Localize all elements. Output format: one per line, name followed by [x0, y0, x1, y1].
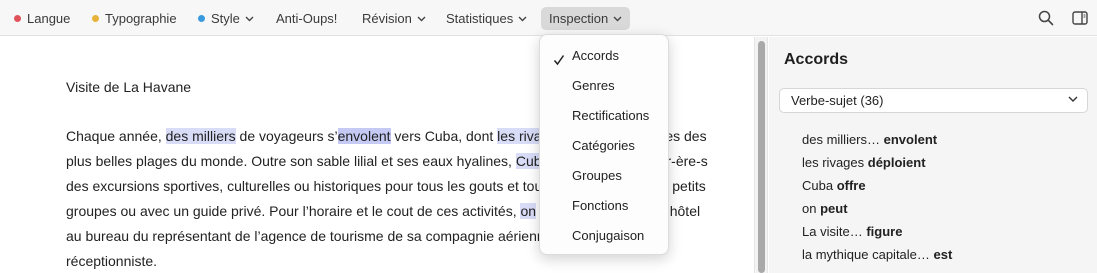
toolbar-style-label: Style — [211, 11, 240, 26]
inspection-panel: Accords Verbe-sujet (36) des milliers… e… — [769, 37, 1097, 273]
text-run: r-ère-s — [666, 153, 708, 169]
list-item-verb: offre — [836, 178, 866, 193]
search-icon[interactable] — [1037, 9, 1055, 27]
text-run: de voyageurs s’ — [235, 128, 338, 144]
list-item-subject: Cuba — [802, 178, 834, 193]
chevron-down-icon — [1068, 96, 1078, 102]
toolbar-typographie-label: Typographie — [105, 11, 177, 26]
list-item[interactable]: les rivages déploient — [802, 153, 952, 176]
category-select[interactable]: Verbe-sujet (36) — [779, 88, 1088, 113]
highlighted-subject[interactable]: les riva — [497, 128, 542, 144]
checkmark-icon — [553, 55, 565, 66]
chevron-down-icon — [613, 16, 622, 21]
menu-item-categories[interactable]: Catégories — [572, 138, 635, 153]
menu-item-genres[interactable]: Genres — [572, 78, 615, 93]
text-run: vers Cuba, dont — [390, 128, 498, 144]
toolbar-langue[interactable]: Langue — [8, 7, 76, 30]
list-item-verb: est — [933, 247, 953, 262]
toolbar-statistiques[interactable]: Statistiques — [440, 7, 533, 30]
toolbar-statistiques-label: Statistiques — [446, 11, 514, 26]
list-item-verb: déploient — [867, 155, 926, 170]
text-run: des excursions sportives, culturelles ou… — [66, 178, 543, 194]
list-item-verb: figure — [866, 224, 903, 239]
text-run: petits — [672, 178, 706, 194]
text-run: au bureau du représentant de l’agence de… — [66, 228, 545, 244]
list-item[interactable]: Cuba offre — [802, 176, 952, 199]
toolbar-anti-oups-label: Anti-Oups! — [276, 11, 338, 26]
toolbar: Langue Typographie Style Anti-Oups! Révi… — [0, 0, 1097, 36]
toolbar-langue-label: Langue — [27, 11, 71, 26]
list-item[interactable]: on peut — [802, 199, 952, 222]
highlighted-subject[interactable]: Cub — [515, 153, 542, 169]
chevron-down-icon — [518, 16, 527, 21]
highlighted-verb[interactable]: envolent — [337, 128, 391, 144]
style-dot-icon — [198, 15, 205, 22]
toolbar-revision-label: Révision — [362, 11, 412, 26]
list-item-subject: les rivages — [802, 155, 865, 170]
toolbar-anti-oups[interactable]: Anti-Oups! — [270, 7, 343, 30]
toolbar-revision[interactable]: Révision — [356, 7, 432, 30]
list-item-subject: des milliers… — [802, 132, 881, 147]
chevron-down-icon — [417, 16, 426, 21]
inspection-menu: Accords Genres Rectifications Catégories… — [539, 34, 669, 255]
list-item[interactable]: la mythique capitale… est — [802, 245, 952, 268]
list-item-subject: la mythique capitale… — [802, 247, 930, 262]
list-item[interactable]: La visite… figure — [802, 222, 952, 245]
toolbar-inspection[interactable]: Inspection — [541, 7, 631, 30]
toolbar-inspection-label: Inspection — [549, 11, 609, 26]
toolbar-style[interactable]: Style — [192, 7, 260, 30]
menu-item-groupes[interactable]: Groupes — [572, 168, 622, 183]
langue-dot-icon — [14, 15, 21, 22]
list-item-subject: on — [802, 201, 817, 216]
menu-item-accords[interactable]: Accords — [572, 48, 619, 63]
category-select-value: Verbe-sujet (36) — [791, 93, 884, 108]
menu-item-conjugaison[interactable]: Conjugaison — [572, 228, 644, 243]
list-item-subject: La visite… — [802, 224, 863, 239]
menu-item-rectifications[interactable]: Rectifications — [572, 108, 649, 123]
text-run: plus belles plages du monde. Outre son s… — [66, 153, 516, 169]
menu-item-fonctions[interactable]: Fonctions — [572, 198, 628, 213]
text-run: Chaque année, — [66, 128, 166, 144]
sidebar-toggle-icon[interactable] — [1071, 9, 1089, 27]
typographie-dot-icon — [92, 15, 99, 22]
chevron-down-icon — [245, 16, 254, 21]
scrollbar-thumb[interactable] — [758, 41, 765, 273]
highlighted-subject[interactable]: on — [520, 203, 537, 219]
text-run: réceptionniste. — [66, 253, 158, 269]
agreement-list: des milliers… envolent les rivages déplo… — [802, 130, 952, 268]
document-title: Visite de La Havane — [66, 79, 192, 95]
list-item-verb: peut — [820, 201, 848, 216]
panel-title: Accords — [784, 51, 849, 68]
document-scrollbar[interactable] — [754, 37, 768, 273]
list-item[interactable]: des milliers… envolent — [802, 130, 952, 153]
text-run: groupes ou avec un guide privé. Pour l’h… — [66, 203, 521, 219]
highlighted-subject[interactable]: des milliers — [165, 128, 236, 144]
toolbar-typographie[interactable]: Typographie — [86, 7, 183, 30]
list-item-verb: envolent — [883, 132, 938, 147]
